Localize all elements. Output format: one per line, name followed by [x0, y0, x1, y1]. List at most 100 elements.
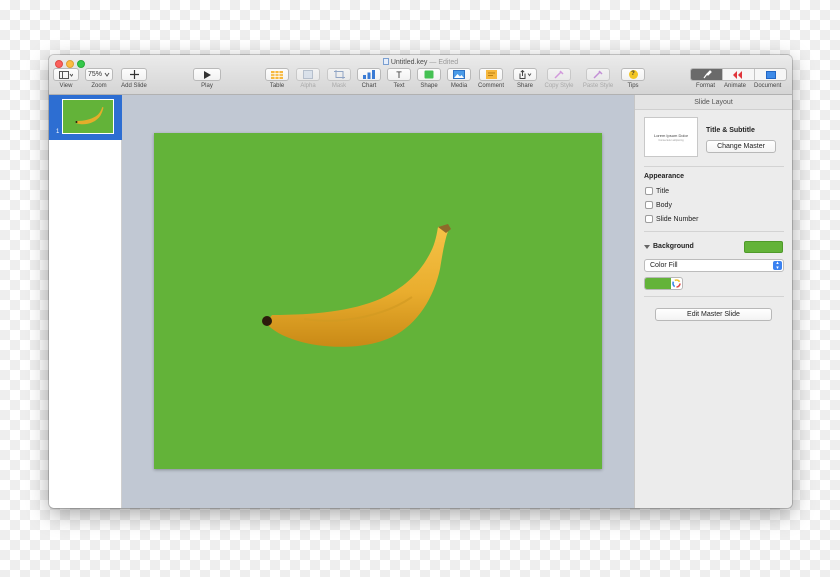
share-icon	[519, 70, 532, 79]
zoom-control[interactable]: 75% Zoom	[85, 68, 113, 89]
tips-control[interactable]: ? Tips	[620, 68, 646, 89]
copy-style-control[interactable]: Copy Style	[541, 68, 577, 89]
color-wheel-icon	[672, 279, 681, 288]
slide-canvas[interactable]	[122, 95, 634, 508]
view-label: View	[59, 83, 73, 89]
paste-style-control[interactable]: Paste Style	[579, 68, 617, 89]
view-button[interactable]	[53, 68, 79, 81]
slide[interactable]	[154, 133, 602, 469]
mask-button[interactable]	[327, 68, 351, 81]
color-picker-control[interactable]	[644, 277, 683, 290]
chart-control[interactable]: Chart	[355, 68, 383, 89]
slide-number-checkbox[interactable]	[645, 215, 653, 223]
fill-type-select[interactable]: Color Fill ▴ ▾	[644, 259, 784, 272]
add-slide-button[interactable]	[121, 68, 147, 81]
play-label: Play	[201, 83, 213, 89]
fill-type-value: Color Fill	[650, 262, 678, 269]
zoom-select[interactable]: 75%	[85, 68, 113, 81]
slide-navigator: 1	[49, 95, 122, 508]
change-master-button[interactable]: Change Master	[706, 140, 776, 153]
play-control[interactable]: Play	[193, 68, 221, 89]
alpha-button[interactable]	[296, 68, 320, 81]
add-slide-control[interactable]: Add Slide	[118, 68, 150, 89]
document-label: Document	[754, 83, 782, 89]
master-name: Title & Subtitle	[706, 127, 755, 134]
chart-button[interactable]	[357, 68, 381, 81]
share-control[interactable]: Share	[511, 68, 539, 89]
table-control[interactable]: Table	[263, 68, 291, 89]
slide-thumbnail-row[interactable]: 1	[49, 95, 122, 140]
alpha-icon	[303, 70, 313, 79]
paste-style-button[interactable]	[586, 68, 610, 81]
table-icon	[271, 70, 283, 79]
add-slide-label: Add Slide	[121, 83, 147, 89]
title-checkbox[interactable]	[645, 187, 653, 195]
document-status: Edited	[438, 59, 459, 66]
mask-label: Mask	[331, 83, 347, 89]
text-icon: T	[396, 69, 402, 80]
slide-number-checkbox-row[interactable]: Slide Number	[645, 215, 698, 223]
tips-button[interactable]: ?	[621, 68, 645, 81]
body-checkbox[interactable]	[645, 201, 653, 209]
copy-style-button[interactable]	[547, 68, 571, 81]
fill-color-swatch[interactable]	[645, 278, 671, 289]
banana-thumbnail-icon	[75, 107, 104, 125]
shape-icon	[424, 70, 434, 79]
share-label: Share	[516, 83, 533, 89]
divider	[644, 166, 784, 167]
copy-style-label: Copy Style	[544, 83, 574, 89]
view-icon	[59, 70, 73, 79]
comment-control[interactable]: Comment	[475, 68, 507, 89]
tab-document[interactable]	[755, 69, 786, 80]
master-thumb-subtitle: Consectetur adipiscing	[658, 138, 684, 142]
alpha-label: Alpha	[300, 83, 316, 89]
edit-master-slide-button[interactable]: Edit Master Slide	[655, 308, 772, 321]
title-checkbox-label: Title	[656, 187, 669, 195]
table-label: Table	[269, 83, 285, 89]
slide-thumbnail[interactable]	[62, 99, 114, 134]
title-checkbox-row[interactable]: Title	[645, 187, 669, 195]
text-control[interactable]: T Text	[385, 68, 413, 89]
zoom-label: Zoom	[91, 83, 107, 89]
mask-icon	[333, 70, 345, 79]
share-button[interactable]	[513, 68, 537, 81]
media-control[interactable]: Media	[445, 68, 473, 89]
keynote-document-icon	[382, 58, 389, 65]
background-color-well[interactable]	[744, 241, 783, 253]
alpha-control[interactable]: Alpha	[294, 68, 322, 89]
media-icon	[453, 70, 465, 79]
background-section-toggle[interactable]: Background	[644, 243, 694, 250]
inspector-tabs	[690, 68, 787, 81]
body-checkbox-label: Body	[656, 201, 672, 209]
slide-number: 1	[56, 129, 60, 135]
comment-icon	[485, 70, 497, 79]
media-button[interactable]	[447, 68, 471, 81]
divider	[644, 231, 784, 232]
animate-label: Animate	[724, 83, 747, 89]
body-checkbox-row[interactable]: Body	[645, 201, 672, 209]
chevron-up-down-icon: ▴ ▾	[773, 261, 782, 270]
chart-icon	[363, 70, 375, 79]
tips-icon: ?	[628, 70, 638, 79]
master-thumbnail[interactable]: Lorem Ipsum Dolor Consectetur adipiscing	[644, 117, 698, 157]
banana-image[interactable]	[154, 133, 602, 469]
play-button[interactable]	[193, 68, 221, 81]
shape-control[interactable]: Shape	[415, 68, 443, 89]
text-label: Text	[393, 83, 405, 89]
comment-button[interactable]	[479, 68, 503, 81]
slide-number-checkbox-label: Slide Number	[656, 215, 699, 223]
shape-label: Shape	[420, 83, 438, 89]
tips-label: Tips	[627, 83, 639, 89]
table-button[interactable]	[265, 68, 289, 81]
view-control[interactable]: View	[53, 68, 79, 89]
master-thumb-title: Lorem Ipsum Dolor	[653, 132, 688, 138]
divider	[644, 296, 784, 297]
shape-button[interactable]	[417, 68, 441, 81]
tab-format[interactable]	[691, 69, 723, 80]
mask-control[interactable]: Mask	[325, 68, 353, 89]
tab-animate[interactable]	[723, 69, 755, 80]
text-button[interactable]: T	[387, 68, 411, 81]
chevron-down-icon	[104, 72, 110, 77]
color-wheel-button[interactable]	[671, 278, 682, 289]
inspector-header: Slide Layout	[635, 95, 792, 110]
